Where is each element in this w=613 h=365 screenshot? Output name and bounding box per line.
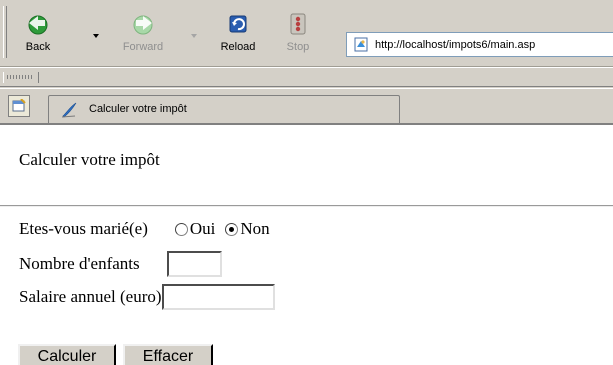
- tab-active[interactable]: Calculer votre impôt: [48, 95, 400, 123]
- navigation-toolbar: Back Forward Reload Stop http://localhos…: [0, 0, 613, 67]
- back-dropdown-icon[interactable]: [93, 34, 99, 38]
- links-grip[interactable]: [3, 72, 39, 83]
- page-content: Calculer votre impôt Etes-vous marié(e) …: [0, 125, 613, 365]
- divider: [0, 205, 613, 207]
- page-icon: [354, 37, 368, 52]
- salary-row: Salaire annuel (euro): [19, 284, 275, 310]
- reload-button[interactable]: Reload: [211, 8, 265, 62]
- salary-field[interactable]: [161, 284, 275, 310]
- tab-feather-icon: [61, 102, 77, 118]
- new-tab-button[interactable]: [8, 95, 30, 117]
- address-url[interactable]: http://localhost/impots6/main.asp: [375, 39, 535, 51]
- married-label: Etes-vous marié(e): [19, 219, 148, 238]
- new-tab-icon: [12, 99, 26, 112]
- stop-label: Stop: [286, 41, 310, 53]
- children-field[interactable]: [166, 251, 222, 277]
- forward-label: Forward: [122, 41, 164, 53]
- radio-oui-label[interactable]: Oui: [190, 219, 216, 239]
- address-bar[interactable]: http://localhost/impots6/main.asp: [346, 32, 613, 57]
- forward-dropdown-icon[interactable]: [191, 34, 197, 38]
- radio-non-label[interactable]: Non: [240, 219, 269, 239]
- reset-button[interactable]: Effacer: [123, 344, 213, 365]
- children-input[interactable]: [168, 253, 220, 275]
- reload-label: Reload: [220, 41, 256, 53]
- radio-non[interactable]: [225, 222, 239, 236]
- browser-chrome: Back Forward Reload Stop http://localhos…: [0, 0, 613, 125]
- married-row: Etes-vous marié(e) Oui Non: [19, 218, 270, 240]
- salary-input[interactable]: [163, 286, 273, 308]
- stop-button[interactable]: Stop: [278, 8, 318, 62]
- reload-icon: [229, 15, 247, 33]
- toolbar-grip[interactable]: [3, 6, 7, 58]
- forward-button[interactable]: Forward: [110, 8, 176, 62]
- back-button[interactable]: Back: [14, 8, 62, 62]
- page-title: Calculer votre impôt: [19, 150, 160, 169]
- tab-label: Calculer votre impôt: [89, 103, 187, 115]
- radio-oui[interactable]: [174, 222, 188, 236]
- children-label: Nombre d'enfants: [19, 254, 140, 273]
- salary-label: Salaire annuel (euro): [19, 287, 162, 306]
- forward-arrow-icon: [133, 15, 153, 35]
- calculate-button[interactable]: Calculer: [18, 344, 116, 365]
- back-label: Back: [25, 41, 51, 53]
- tab-bar: Calculer votre impôt: [0, 88, 613, 125]
- children-row: Nombre d'enfants: [19, 251, 222, 277]
- stop-icon: [290, 13, 306, 35]
- back-arrow-icon: [28, 15, 48, 35]
- links-toolbar: [0, 67, 613, 87]
